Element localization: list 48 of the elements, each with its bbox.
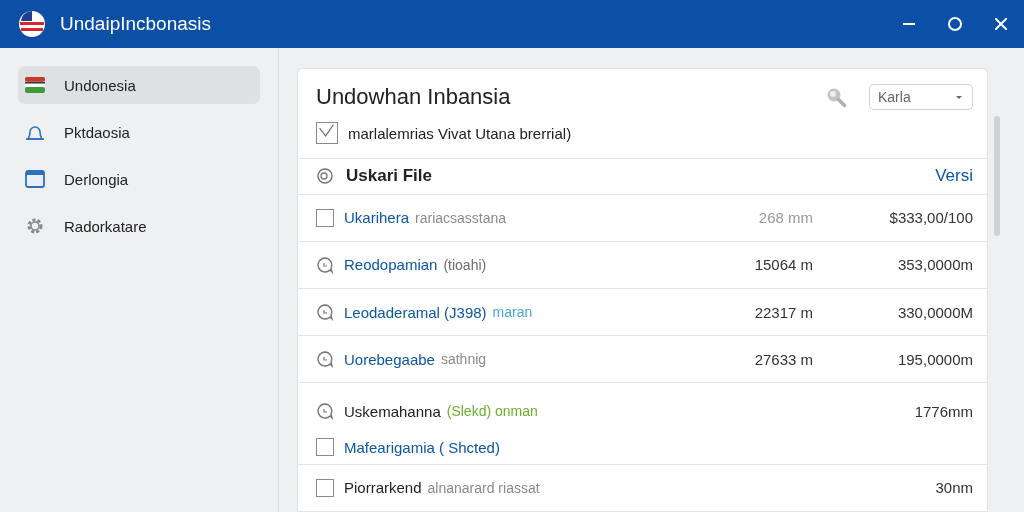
chat-bubble-icon (316, 255, 334, 274)
item-price: 330,0000M (896, 303, 973, 321)
panel-title: Undowhan Inbansia (316, 83, 512, 110)
scrollbar[interactable] (994, 116, 1000, 236)
item-note: sathnig (440, 351, 487, 368)
checkbox[interactable] (316, 208, 334, 227)
item-price: 353,0000m (896, 256, 973, 274)
item-size: 27633 m (753, 350, 813, 368)
item-note: (Slekd) onman (446, 403, 538, 420)
option-label: marlalemrias Vivat Utana brerrial) (348, 124, 572, 142)
item-link[interactable]: Uorebegaabe (344, 350, 435, 368)
minimize-icon (903, 23, 915, 25)
item-name: Uskemahanna (344, 402, 441, 420)
chat-bubble-icon (316, 303, 334, 322)
version-link[interactable]: Versi (935, 166, 973, 187)
window-icon (24, 168, 46, 190)
chat-bubble-icon (316, 350, 334, 369)
sidebar-item[interactable]: Pktdaosia (18, 113, 260, 151)
item-name: Piorrarkend (344, 479, 422, 497)
sidebar-item[interactable]: Undonesia (18, 66, 260, 104)
maximize-icon (948, 17, 962, 31)
item-note: rariacsasstana (415, 209, 507, 226)
item-size: 268 mm (757, 209, 813, 227)
item-price: 195,0000m (896, 350, 973, 368)
section-title: Uskari File (346, 166, 433, 187)
item-link[interactable]: Leodaderamal (J398) (344, 303, 487, 321)
item-price: 30nm (934, 479, 973, 497)
item-link[interactable]: Reodopamian (344, 256, 438, 274)
checkbox[interactable] (316, 478, 334, 497)
item-size: 15064 m (753, 256, 813, 274)
app-logo-icon (18, 10, 46, 38)
close-icon (995, 18, 1007, 30)
chat-bubble-icon (316, 402, 334, 421)
item-price: 1776mm (913, 402, 973, 420)
window-title: UndaipIncbonasis (60, 13, 213, 35)
sidebar-item[interactable]: Radorkatare (18, 207, 260, 245)
sidebar-item[interactable]: Derlongia (18, 160, 260, 198)
item-note: alnanarard riassat (427, 479, 540, 496)
item-link[interactable]: Mafearigamia ( Shcted) (344, 439, 500, 456)
item-note: (tioahi) (443, 256, 487, 273)
dropdown[interactable]: Karla (869, 83, 973, 110)
item-link[interactable]: Ukarihera (344, 209, 410, 227)
checkbox[interactable] (316, 122, 338, 145)
item-price: $333,00/100 (888, 209, 973, 227)
item-note: maran (492, 304, 533, 321)
flag-icon (24, 74, 46, 96)
item-size: 22317 m (753, 303, 813, 321)
checkbox[interactable] (316, 438, 334, 457)
